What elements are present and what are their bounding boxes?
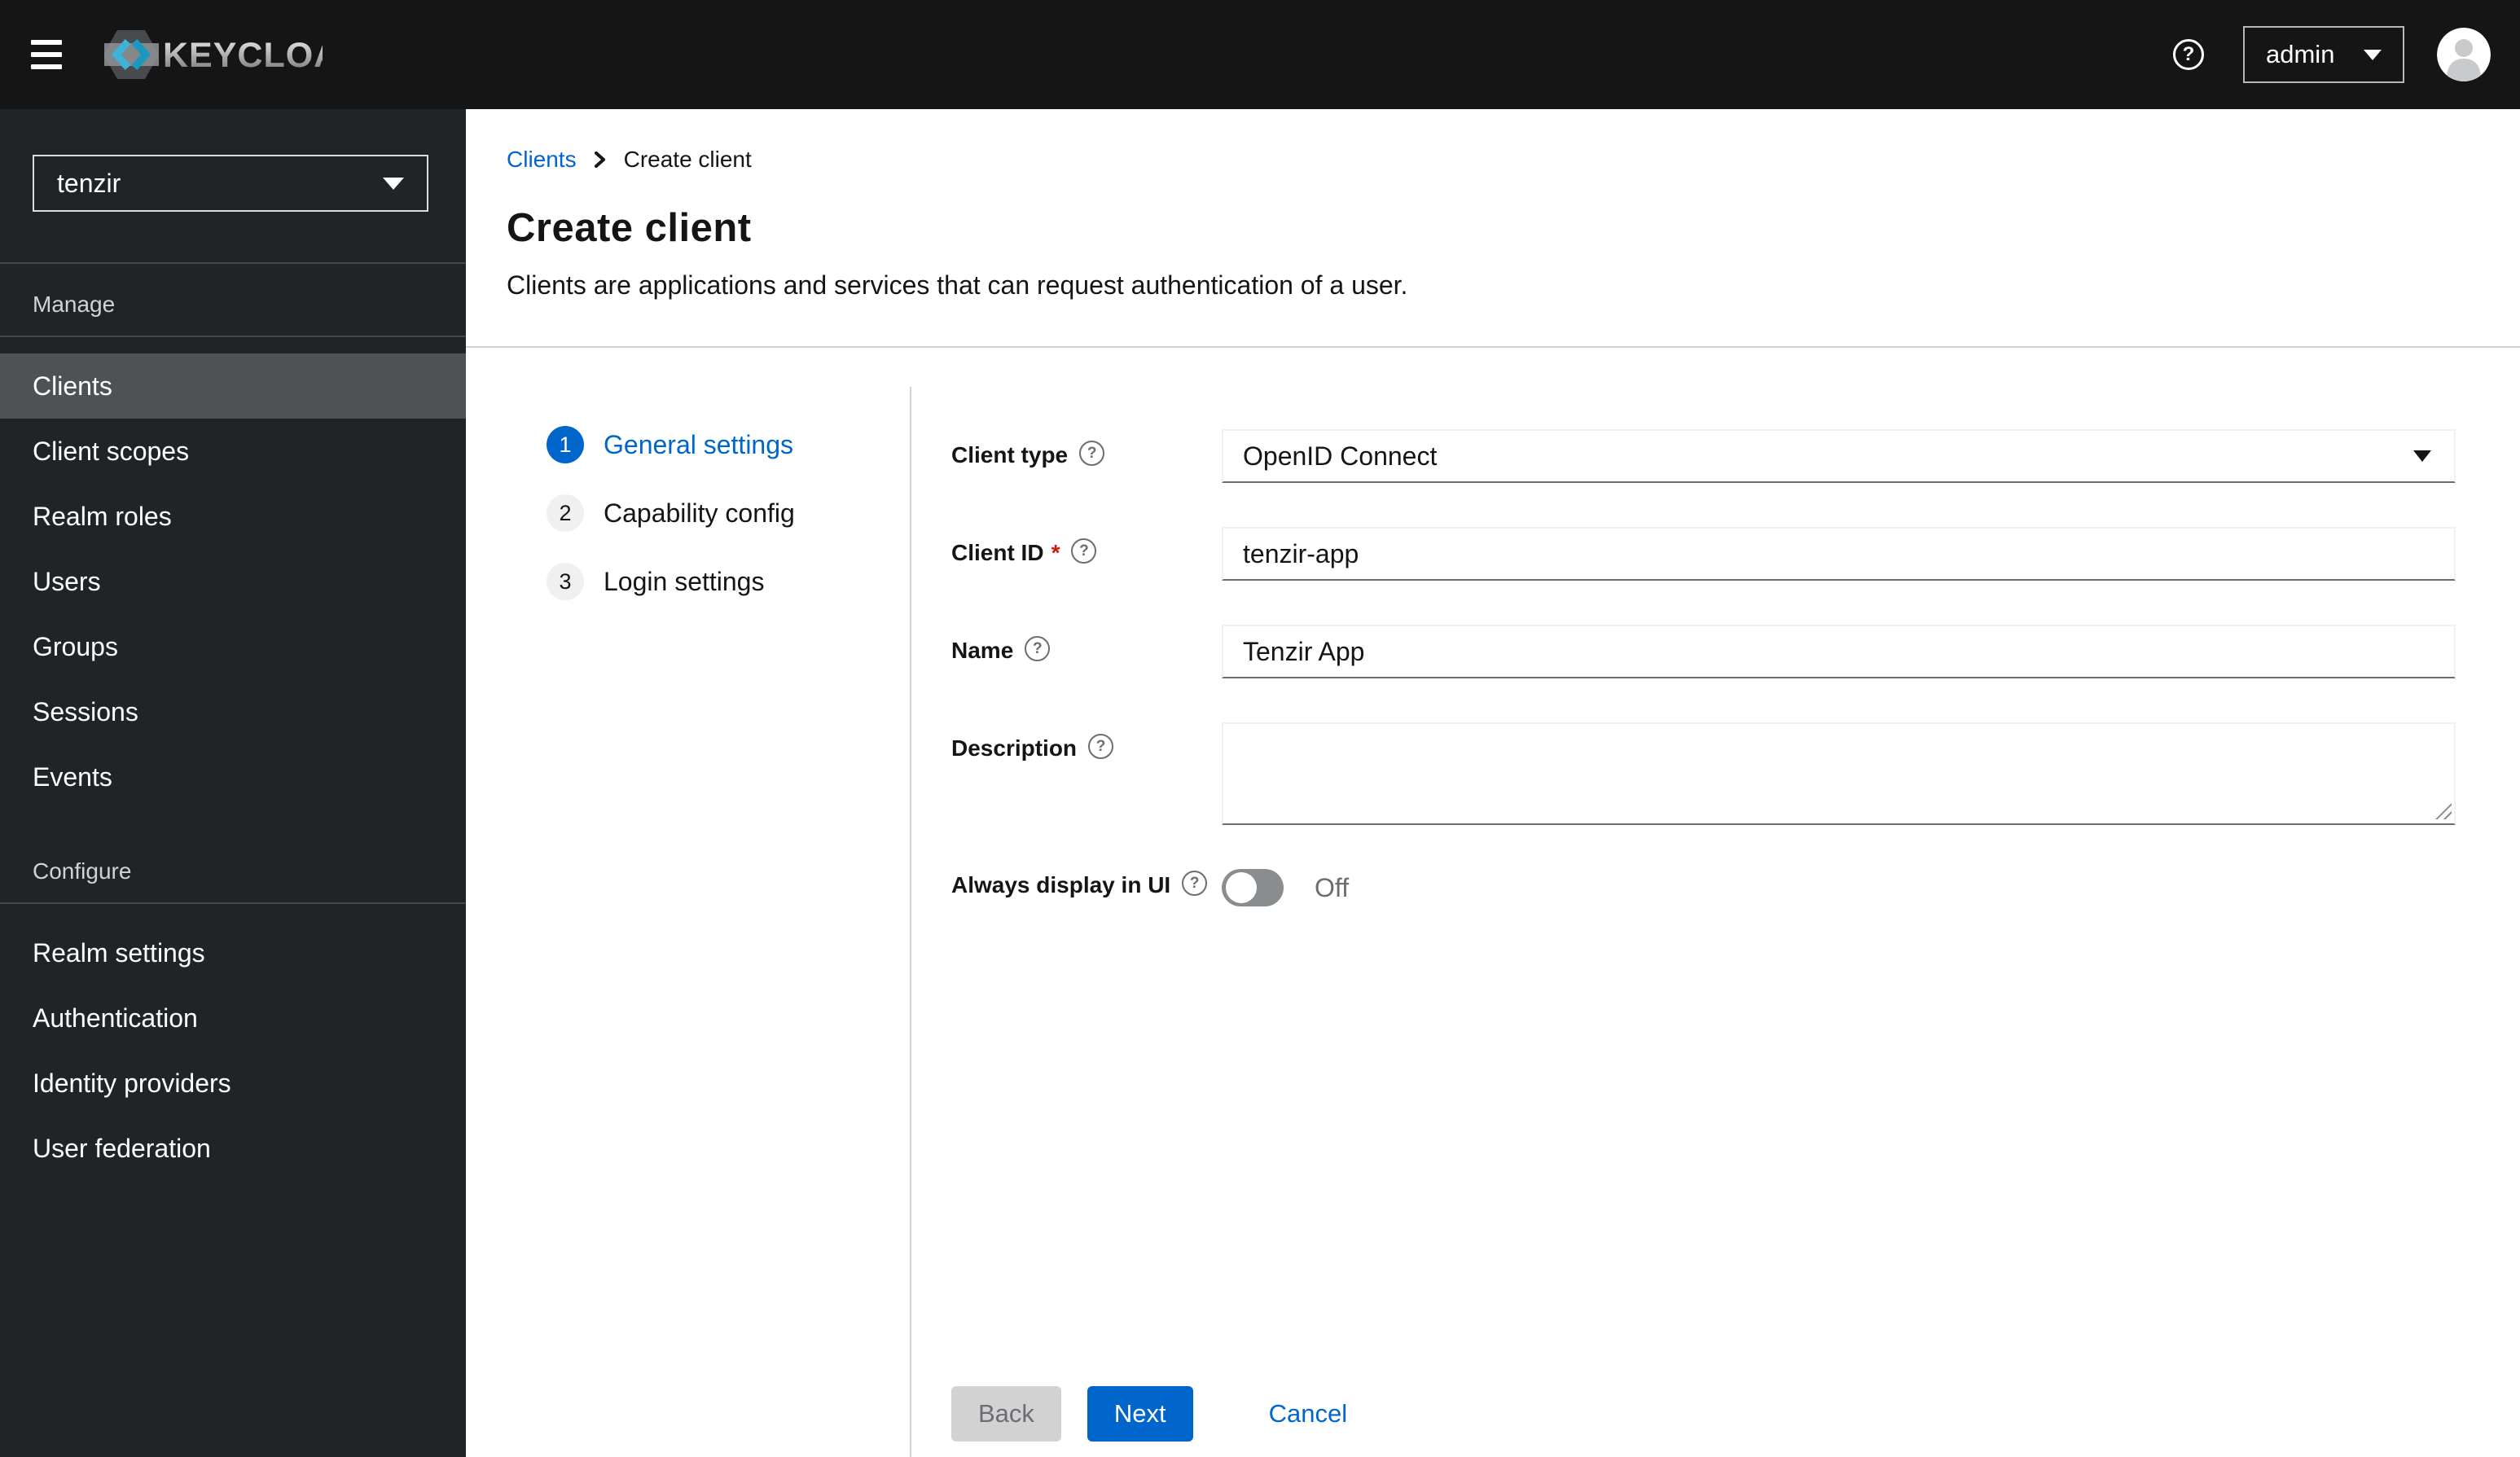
description-textarea-wrap xyxy=(1222,722,2456,825)
always-display-toggle[interactable] xyxy=(1222,869,1284,906)
sidebar-item-events[interactable]: Events xyxy=(0,744,466,810)
required-asterisk: * xyxy=(1051,540,1060,565)
sidebar-item-user-federation[interactable]: User federation xyxy=(0,1116,466,1181)
sidebar-item-realm-roles[interactable]: Realm roles xyxy=(0,484,466,549)
always-display-label: Always display in UI ? xyxy=(951,869,1222,906)
help-icon[interactable]: ? xyxy=(1088,734,1114,759)
nav-section-configure: Configure Realm settings Authentication … xyxy=(0,858,466,1181)
wizard-nav: 1 General settings 2 Capability config 3… xyxy=(466,387,911,1457)
chevron-down-icon xyxy=(2413,450,2431,462)
nav-section-manage: Manage Clients Client scopes Realm roles… xyxy=(0,292,466,810)
client-id-label: Client ID * ? xyxy=(951,527,1222,581)
client-type-row: Client type ? OpenID Connect xyxy=(951,429,2456,483)
sidebar-item-authentication[interactable]: Authentication xyxy=(0,985,466,1051)
chevron-down-icon xyxy=(383,177,404,190)
sidebar-divider xyxy=(0,262,466,264)
user-menu-dropdown[interactable]: admin xyxy=(2243,26,2404,83)
realm-selector-value: tenzir xyxy=(57,168,121,198)
name-input[interactable] xyxy=(1222,625,2456,678)
name-row: Name ? xyxy=(951,625,2456,678)
help-icon: ? xyxy=(2173,39,2204,70)
sidebar-item-sessions[interactable]: Sessions xyxy=(0,679,466,744)
sidebar-item-groups[interactable]: Groups xyxy=(0,614,466,679)
sidebar-item-users[interactable]: Users xyxy=(0,549,466,614)
sidebar-divider xyxy=(0,336,466,337)
client-type-label: Client type ? xyxy=(951,429,1222,483)
step-label: Login settings xyxy=(604,566,765,596)
help-icon[interactable]: ? xyxy=(1079,441,1105,466)
page-header: Clients Create client Create client Clie… xyxy=(466,109,2520,301)
breadcrumb-clients-link[interactable]: Clients xyxy=(507,147,577,173)
toggle-knob xyxy=(1226,872,1257,903)
sidebar-item-client-scopes[interactable]: Client scopes xyxy=(0,419,466,484)
nav-section-title: Configure xyxy=(33,858,132,884)
help-icon[interactable]: ? xyxy=(1182,871,1208,896)
wizard-step-capability-config[interactable]: 2 Capability config xyxy=(547,494,910,532)
page-subtitle: Clients are applications and services th… xyxy=(507,270,1408,300)
breadcrumb-chevron-icon xyxy=(591,149,609,170)
keycloak-logo: KEYCLOAK xyxy=(104,28,323,81)
client-type-value: OpenID Connect xyxy=(1243,441,1438,471)
sidebar-divider xyxy=(0,902,466,904)
cancel-button[interactable]: Cancel xyxy=(1269,1386,1348,1442)
always-display-row: Always display in UI ? Off xyxy=(951,869,2456,906)
nav-toggle-icon[interactable] xyxy=(31,40,64,69)
help-icon[interactable]: ? xyxy=(1025,636,1051,661)
realm-selector[interactable]: tenzir xyxy=(33,155,428,212)
create-client-wizard: 1 General settings 2 Capability config 3… xyxy=(466,348,2520,1457)
client-type-select[interactable]: OpenID Connect xyxy=(1222,429,2456,483)
wizard-form-panel: Client type ? OpenID Connect Client ID *… xyxy=(911,387,2520,1457)
sidebar-item-clients[interactable]: Clients xyxy=(0,353,466,419)
sidebar-item-identity-providers[interactable]: Identity providers xyxy=(0,1051,466,1116)
sidebar-item-realm-settings[interactable]: Realm settings xyxy=(0,920,466,985)
toggle-state-label: Off xyxy=(1315,872,1350,902)
step-label: Capability config xyxy=(604,498,795,528)
step-label: General settings xyxy=(604,429,794,459)
masthead: KEYCLOAK ? admin xyxy=(0,0,2520,109)
wizard-footer: Back Next Cancel xyxy=(951,1386,2456,1442)
avatar[interactable] xyxy=(2437,28,2491,81)
description-label: Description ? xyxy=(951,722,1222,825)
step-number-badge: 2 xyxy=(547,494,584,532)
step-number-badge: 1 xyxy=(547,426,584,463)
wizard-step-general-settings[interactable]: 1 General settings xyxy=(547,426,910,463)
help-icon[interactable]: ? xyxy=(1071,538,1097,564)
avatar-head-icon xyxy=(2455,39,2473,57)
keycloak-admin-console: KEYCLOAK ? admin te xyxy=(0,0,2520,1457)
user-menu-label: admin xyxy=(2266,40,2335,68)
description-row: Description ? xyxy=(951,722,2456,825)
breadcrumb: Clients Create client xyxy=(507,147,2520,173)
client-id-row: Client ID * ? xyxy=(951,527,2456,581)
description-textarea[interactable] xyxy=(1222,722,2456,825)
name-label: Name ? xyxy=(951,625,1222,678)
step-number-badge: 3 xyxy=(547,563,584,600)
sidebar: tenzir Manage Clients Client scopes Real… xyxy=(0,109,466,1457)
client-id-input[interactable] xyxy=(1222,527,2456,581)
page-title: Create client xyxy=(507,206,752,250)
nav-section-title: Manage xyxy=(33,292,116,317)
next-button[interactable]: Next xyxy=(1087,1386,1193,1442)
main-content: Clients Create client Create client Clie… xyxy=(466,109,2520,1457)
breadcrumb-current: Create client xyxy=(623,147,752,172)
help-button[interactable]: ? xyxy=(2173,39,2204,70)
chevron-down-icon xyxy=(2364,49,2382,60)
brand-text: KEYCLOAK xyxy=(163,36,323,75)
wizard-step-login-settings[interactable]: 3 Login settings xyxy=(547,563,910,600)
back-button[interactable]: Back xyxy=(951,1386,1061,1442)
